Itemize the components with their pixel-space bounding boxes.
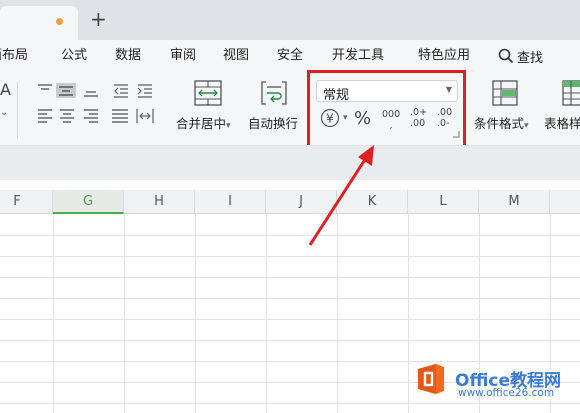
table-style-label[interactable]: 表格样式 bbox=[544, 113, 580, 132]
align-center-icon bbox=[60, 109, 74, 123]
distributed-icon bbox=[136, 109, 154, 123]
merge-center-icon[interactable] bbox=[194, 80, 222, 106]
row-gridline bbox=[0, 298, 580, 299]
row-gridline bbox=[0, 256, 580, 257]
row-gridline bbox=[0, 403, 580, 404]
watermark-url: www.office26.com bbox=[458, 387, 555, 399]
column-header-i[interactable]: I bbox=[195, 190, 266, 214]
font-caret-icon: ⌄ bbox=[0, 107, 9, 118]
new-tab-button[interactable]: + bbox=[90, 8, 107, 30]
column-header-g[interactable]: G bbox=[53, 190, 124, 214]
wrap-text-icon[interactable] bbox=[260, 80, 288, 106]
menu-developer[interactable]: 开发工具 bbox=[332, 48, 384, 64]
search-label: 查找 bbox=[517, 50, 544, 66]
conditional-format-icon[interactable] bbox=[492, 80, 518, 106]
column-header-m[interactable]: M bbox=[479, 190, 550, 214]
menu-review[interactable]: 审阅 bbox=[170, 48, 196, 64]
alignment-group bbox=[38, 83, 154, 123]
conditional-format-button[interactable]: 条件格式▾ bbox=[474, 113, 529, 132]
column-header-h[interactable]: H bbox=[124, 190, 195, 214]
highlight-box bbox=[307, 70, 466, 148]
table-style-icon[interactable] bbox=[562, 80, 580, 106]
column-gridline bbox=[408, 214, 409, 413]
column-gridline bbox=[195, 214, 196, 413]
tab-strip bbox=[0, 0, 580, 40]
conditional-format-label: 条件格式 bbox=[474, 116, 525, 131]
align-top-icon bbox=[38, 84, 52, 90]
wrap-text-label[interactable]: 自动换行 bbox=[248, 113, 298, 132]
menu-features[interactable]: 特色应用 bbox=[418, 48, 470, 64]
column-gridline bbox=[53, 214, 54, 413]
row-gridline bbox=[0, 319, 580, 320]
decrease-indent-icon bbox=[114, 84, 128, 98]
ribbon-separator bbox=[17, 82, 18, 138]
search-icon bbox=[498, 48, 514, 64]
office-logo-icon bbox=[418, 364, 444, 394]
menu-data[interactable]: 数据 bbox=[115, 48, 141, 64]
grid-spacer bbox=[0, 180, 580, 190]
merge-dropdown-caret[interactable]: ▾ bbox=[226, 121, 231, 131]
column-header-f[interactable]: F bbox=[0, 190, 53, 214]
font-size-icon[interactable]: A bbox=[0, 80, 11, 99]
column-gridline bbox=[266, 214, 267, 413]
annotation-arrow bbox=[308, 145, 374, 246]
formula-bar-area bbox=[0, 145, 580, 180]
align-right-icon bbox=[84, 109, 98, 123]
row-gridline bbox=[0, 340, 580, 341]
search-button[interactable]: 查找 bbox=[498, 45, 543, 67]
column-header-partial[interactable] bbox=[550, 190, 580, 214]
unsaved-dot-icon bbox=[56, 18, 63, 25]
column-gridline bbox=[124, 214, 125, 413]
align-bottom-icon bbox=[84, 91, 98, 97]
row-gridline bbox=[0, 277, 580, 278]
menu-formula[interactable]: 公式 bbox=[61, 48, 87, 64]
menu-security[interactable]: 安全 bbox=[277, 48, 303, 64]
document-tab[interactable] bbox=[0, 6, 78, 40]
conditional-format-caret[interactable]: ▾ bbox=[524, 121, 529, 131]
merge-center-label: 合并居中 bbox=[176, 116, 227, 131]
row-gridline bbox=[0, 361, 580, 362]
row-gridline bbox=[0, 235, 580, 236]
column-header-l[interactable]: L bbox=[408, 190, 479, 214]
justify-icon bbox=[112, 109, 128, 123]
menu-view[interactable]: 视图 bbox=[223, 48, 249, 64]
merge-center-button[interactable]: 合并居中▾ bbox=[176, 113, 231, 132]
menu-page-layout[interactable]: 页面布局 bbox=[0, 48, 28, 64]
align-left-icon bbox=[38, 109, 52, 123]
increase-indent-icon bbox=[137, 84, 152, 98]
